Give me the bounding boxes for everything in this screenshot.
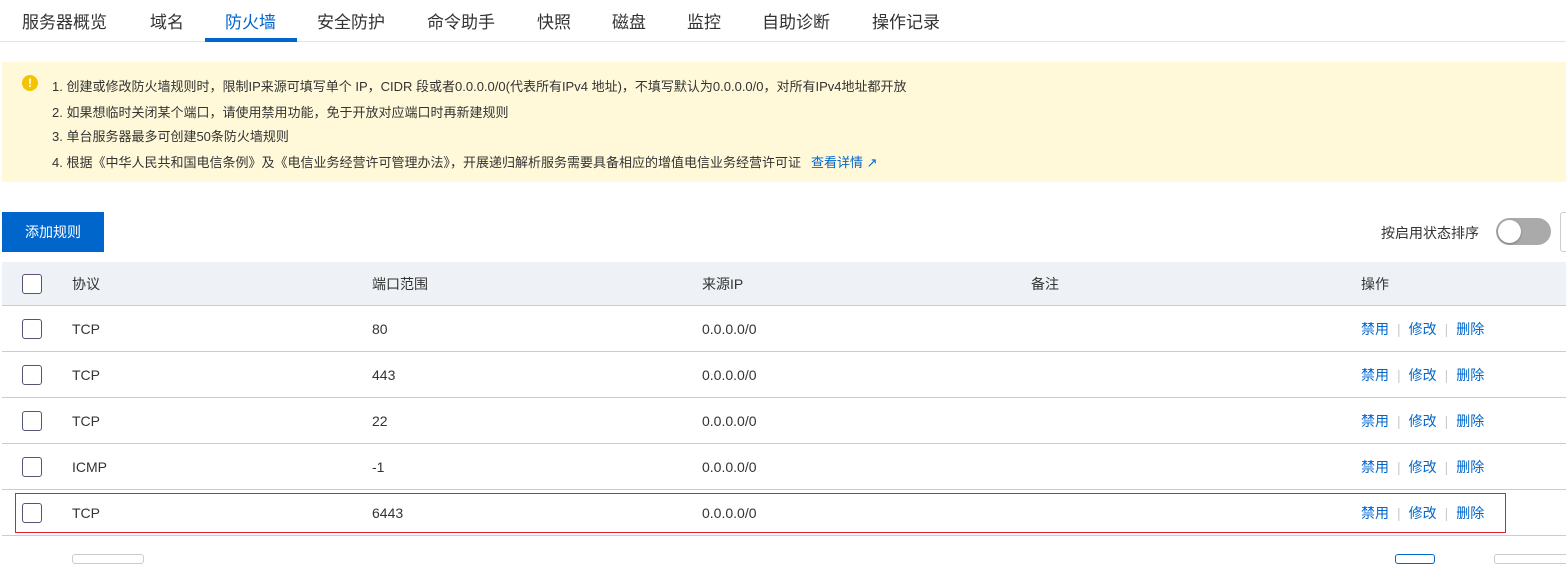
divider: | xyxy=(1397,366,1401,383)
table-row: TCP 22 0.0.0.0/0 禁用 | 修改 | 删除 xyxy=(2,398,1566,444)
toggle-knob xyxy=(1498,220,1521,243)
row-checkbox[interactable] xyxy=(22,364,42,385)
cell-protocol: TCP xyxy=(72,412,100,429)
notice-text: 4. 根据《中华人民共和国电信条例》及《电信业务经营许可管理办法》，开展递归解析… xyxy=(52,155,801,170)
header-protocol: 协议 xyxy=(72,275,100,292)
cell-protocol: ICMP xyxy=(72,458,107,475)
tab-bar: 服务器概览 域名 防火墙 安全防护 命令助手 快照 磁盘 监控 自助诊断 操作记… xyxy=(0,0,1566,42)
notice-line: 4. 根据《中华人民共和国电信条例》及《电信业务经营许可管理办法》，开展递归解析… xyxy=(52,152,878,171)
tab-disk[interactable]: 磁盘 xyxy=(612,8,646,33)
pagination-size[interactable] xyxy=(1494,554,1566,564)
edit-link[interactable]: 修改 xyxy=(1409,413,1437,429)
active-tab-indicator xyxy=(205,38,297,42)
disable-link[interactable]: 禁用 xyxy=(1361,367,1389,383)
sort-toggle[interactable] xyxy=(1496,218,1551,245)
divider: | xyxy=(1444,458,1449,475)
cell-port: 80 xyxy=(372,320,388,337)
pagination-control[interactable] xyxy=(72,554,144,564)
cell-source: 0.0.0.0/0 xyxy=(702,458,757,475)
divider: | xyxy=(1397,458,1401,475)
cell-protocol: TCP xyxy=(72,320,100,337)
divider: | xyxy=(1397,320,1401,337)
edit-link[interactable]: 修改 xyxy=(1409,505,1437,521)
cell-port: 6443 xyxy=(372,504,404,521)
row-actions: 禁用 | 修改 | 删除 xyxy=(1361,365,1484,385)
cell-source: 0.0.0.0/0 xyxy=(702,504,757,521)
notice-line: 3. 单台服务器最多可创建50条防火墙规则 xyxy=(52,129,289,144)
tab-overview[interactable]: 服务器概览 xyxy=(22,8,107,33)
cell-port: 22 xyxy=(372,412,388,429)
row-actions: 禁用 | 修改 | 删除 xyxy=(1361,457,1484,477)
table-row: TCP 80 0.0.0.0/0 禁用 | 修改 | 删除 xyxy=(2,306,1566,352)
table-header: 协议 端口范围 来源IP 备注 操作 xyxy=(2,262,1566,306)
sort-label: 按启用状态排序 xyxy=(1381,225,1479,241)
edit-link[interactable]: 修改 xyxy=(1409,459,1437,475)
cell-protocol: TCP xyxy=(72,504,100,521)
delete-link[interactable]: 删除 xyxy=(1456,459,1484,475)
view-details-link[interactable]: 查看详情 ↗ xyxy=(811,155,878,170)
divider: | xyxy=(1397,504,1401,521)
table-row: TCP 6443 0.0.0.0/0 禁用 | 修改 | 删除 xyxy=(2,490,1566,536)
tab-command[interactable]: 命令助手 xyxy=(427,8,495,33)
cell-port: 443 xyxy=(372,366,396,383)
row-checkbox[interactable] xyxy=(22,318,42,339)
tab-monitor[interactable]: 监控 xyxy=(687,8,721,33)
row-actions: 禁用 | 修改 | 删除 xyxy=(1361,503,1484,523)
cell-source: 0.0.0.0/0 xyxy=(702,320,757,337)
cell-source: 0.0.0.0/0 xyxy=(702,412,757,429)
edit-link[interactable]: 修改 xyxy=(1409,367,1437,383)
table-row: TCP 443 0.0.0.0/0 禁用 | 修改 | 删除 xyxy=(2,352,1566,398)
divider: | xyxy=(1444,412,1449,429)
row-checkbox[interactable] xyxy=(22,502,42,523)
cell-source: 0.0.0.0/0 xyxy=(702,366,757,383)
warning-icon: ! xyxy=(22,75,38,91)
row-actions: 禁用 | 修改 | 删除 xyxy=(1361,411,1484,431)
cell-port: -1 xyxy=(372,458,385,475)
table-row: ICMP -1 0.0.0.0/0 禁用 | 修改 | 删除 xyxy=(2,444,1566,490)
pagination-page[interactable] xyxy=(1395,554,1435,564)
header-remark: 备注 xyxy=(1031,275,1059,292)
tab-security[interactable]: 安全防护 xyxy=(317,8,385,33)
disable-link[interactable]: 禁用 xyxy=(1361,459,1389,475)
tab-firewall[interactable]: 防火墙 xyxy=(225,8,276,33)
add-rule-button[interactable]: 添加规则 xyxy=(2,212,104,252)
row-actions: 禁用 | 修改 | 删除 xyxy=(1361,319,1484,339)
delete-link[interactable]: 删除 xyxy=(1456,413,1484,429)
tab-diagnosis[interactable]: 自助诊断 xyxy=(762,8,830,33)
header-source: 来源IP xyxy=(702,275,744,292)
divider: | xyxy=(1444,320,1449,337)
edit-link[interactable]: 修改 xyxy=(1409,321,1437,337)
delete-link[interactable]: 删除 xyxy=(1456,367,1484,383)
disable-link[interactable]: 禁用 xyxy=(1361,321,1389,337)
tab-snapshot[interactable]: 快照 xyxy=(537,8,571,33)
delete-link[interactable]: 删除 xyxy=(1456,505,1484,521)
tab-domain[interactable]: 域名 xyxy=(150,8,184,33)
external-link-icon: ↗ xyxy=(866,155,878,170)
notice-line: 2. 如果想临时关闭某个端口，请使用禁用功能，免于开放对应端口时再新建规则 xyxy=(52,105,509,120)
header-actions: 操作 xyxy=(1361,275,1389,292)
disable-link[interactable]: 禁用 xyxy=(1361,413,1389,429)
tab-logs[interactable]: 操作记录 xyxy=(872,8,940,33)
disable-link[interactable]: 禁用 xyxy=(1361,505,1389,521)
select-all-checkbox[interactable] xyxy=(22,273,42,294)
delete-link[interactable]: 删除 xyxy=(1456,321,1484,337)
divider: | xyxy=(1444,504,1449,521)
header-port: 端口范围 xyxy=(372,275,428,292)
row-checkbox[interactable] xyxy=(22,456,42,477)
divider: | xyxy=(1397,412,1401,429)
cell-protocol: TCP xyxy=(72,366,100,383)
toolbar-button-partial[interactable] xyxy=(1560,212,1566,252)
notice-line: 1. 创建或修改防火墙规则时，限制IP来源可填写单个 IP，CIDR 段或者0.… xyxy=(52,79,907,94)
view-details-label: 查看详情 xyxy=(810,155,863,170)
row-checkbox[interactable] xyxy=(22,410,42,431)
divider: | xyxy=(1444,366,1449,383)
